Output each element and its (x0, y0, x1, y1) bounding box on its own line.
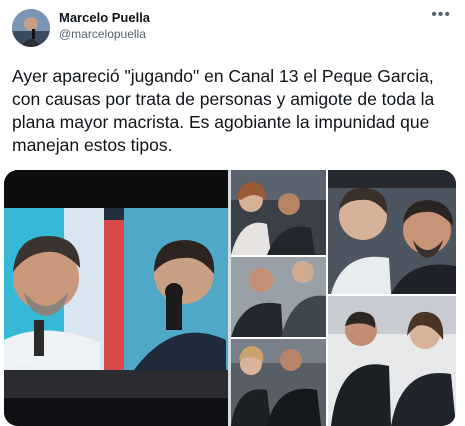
tweet-card: Marcelo Puella @marcelopuella ••• Ayer a… (0, 0, 465, 426)
display-name[interactable]: Marcelo Puella (59, 10, 150, 25)
tv-screen-photo[interactable]: 27.3 (4, 170, 228, 426)
photo-collage[interactable] (231, 170, 456, 426)
avatar[interactable] (12, 9, 50, 47)
tv-overlay-number: 27.3 (18, 359, 32, 366)
tweet-text: Ayer apareció "jugando" en Canal 13 el P… (12, 66, 440, 155)
user-handle[interactable]: @marcelopuella (59, 27, 146, 41)
more-options-icon[interactable]: ••• (431, 6, 451, 24)
tweet-media: 27.3 (4, 170, 456, 426)
